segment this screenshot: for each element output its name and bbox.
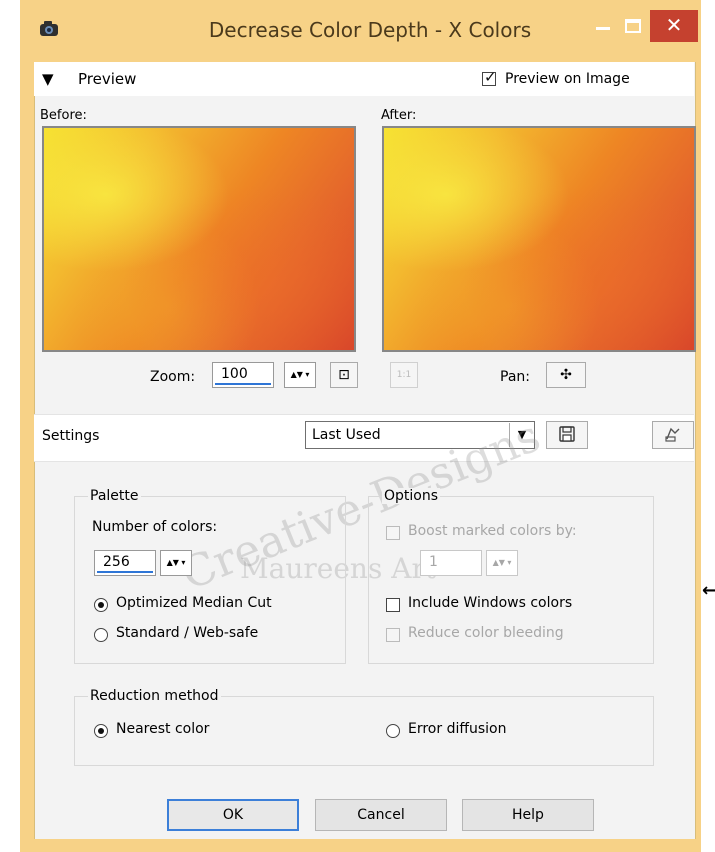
optimized-median-cut-label[interactable]: Optimized Median Cut [116, 595, 272, 611]
boost-marked-colors-label: Boost marked colors by: [408, 523, 577, 539]
include-windows-colors-checkbox[interactable] [386, 598, 400, 612]
settings-label: Settings [42, 428, 100, 444]
preset-value: Last Used [312, 427, 381, 443]
resource-manager-icon [665, 427, 680, 442]
before-preview-image[interactable] [42, 126, 356, 352]
actual-size-button[interactable]: 1:1 [390, 362, 418, 388]
collapse-triangle-icon[interactable]: ▼ [42, 70, 54, 88]
resource-manager-button[interactable] [652, 421, 694, 449]
cancel-button[interactable]: Cancel [315, 799, 447, 831]
number-of-colors-slider[interactable] [97, 571, 153, 573]
preview-on-image-checkbox[interactable]: ✓ [482, 68, 497, 86]
zoom-label: Zoom: [150, 369, 196, 385]
standard-web-safe-label[interactable]: Standard / Web-safe [116, 625, 258, 641]
boost-amount-spinner[interactable]: ▲▼ ▾ [486, 550, 518, 576]
boost-amount-value: 1 [429, 554, 438, 570]
actual-size-icon: 1:1 [396, 370, 412, 380]
number-of-colors-label: Number of colors: [92, 519, 218, 535]
after-preview-image[interactable] [382, 126, 696, 352]
reduce-color-bleeding-label: Reduce color bleeding [408, 625, 564, 641]
app-camera-icon [40, 21, 58, 36]
boost-marked-colors-checkbox[interactable] [386, 526, 400, 540]
arrow-left-icon: ← [702, 580, 715, 601]
nearest-color-label[interactable]: Nearest color [116, 721, 209, 737]
pan-icon: ✣ [560, 367, 572, 383]
optimized-median-cut-radio[interactable] [94, 598, 108, 612]
preview-on-image-label[interactable]: Preview on Image [505, 62, 630, 96]
error-diffusion-radio[interactable] [386, 724, 400, 738]
zoom-spinner[interactable]: ▲▼ ▾ [284, 362, 316, 388]
error-diffusion-label[interactable]: Error diffusion [408, 721, 507, 737]
help-button[interactable]: Help [462, 799, 594, 831]
preview-section-label[interactable]: Preview [78, 62, 136, 96]
after-label: After: [381, 108, 417, 123]
zoom-fit-button[interactable]: ⊡ [330, 362, 358, 388]
pan-label: Pan: [500, 369, 530, 385]
include-windows-colors-label[interactable]: Include Windows colors [408, 595, 572, 611]
palette-group-title: Palette [88, 488, 141, 504]
zoom-fit-icon: ⊡ [338, 367, 350, 383]
number-of-colors-spinner[interactable]: ▲▼ ▾ [160, 550, 192, 576]
window-title: Decrease Color Depth - X Colors [208, 18, 532, 42]
pan-button[interactable]: ✣ [546, 362, 586, 388]
number-of-colors-value: 256 [103, 554, 130, 570]
maximize-button[interactable] [620, 14, 646, 40]
before-label: Before: [40, 108, 87, 123]
minimize-button[interactable] [590, 14, 616, 40]
boost-amount-input[interactable]: 1 [420, 550, 482, 576]
nearest-color-radio[interactable] [94, 724, 108, 738]
zoom-input[interactable]: 100 [212, 362, 274, 388]
options-group-title: Options [382, 488, 441, 504]
close-button[interactable]: ✕ [650, 10, 698, 42]
reduction-method-title: Reduction method [88, 688, 221, 704]
checkmark-icon: ✓ [484, 68, 497, 86]
zoom-slider-track[interactable] [215, 383, 271, 385]
reduce-color-bleeding-checkbox[interactable] [386, 628, 400, 642]
zoom-value: 100 [221, 366, 248, 382]
ok-button[interactable]: OK [167, 799, 299, 831]
floppy-disk-icon [559, 426, 575, 442]
standard-web-safe-radio[interactable] [94, 628, 108, 642]
save-preset-button[interactable] [546, 421, 588, 449]
number-of-colors-input[interactable]: 256 [94, 550, 156, 576]
